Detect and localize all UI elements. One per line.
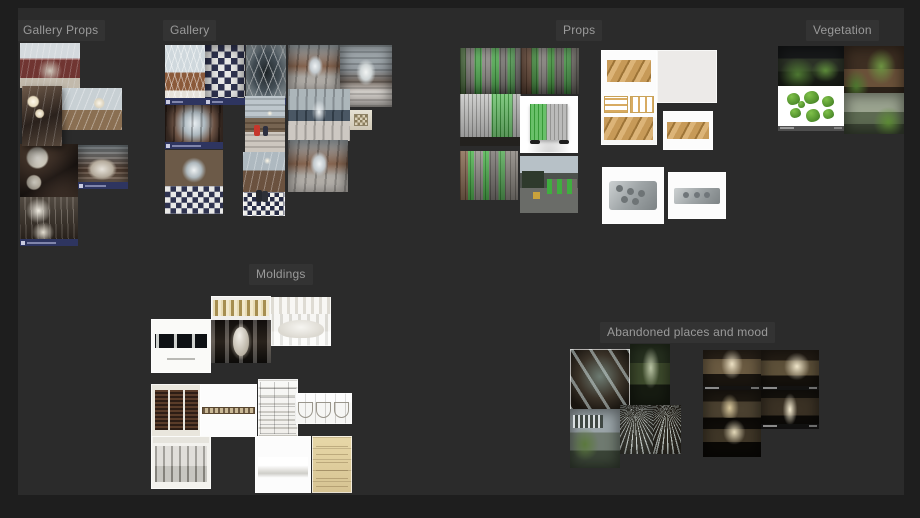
image-site-hoarding-street-b[interactable] <box>520 156 578 213</box>
image-arcade-passage-wide[interactable] <box>288 45 340 91</box>
image-arcade-carved-detail[interactable] <box>78 145 128 189</box>
image-caption-bar <box>778 126 844 131</box>
image-overgrown-interior[interactable] <box>778 46 844 87</box>
image-arcade-mosaic-floor[interactable] <box>205 45 245 105</box>
image-molding-acanthus-grey[interactable] <box>151 436 211 489</box>
image-caption-bar <box>78 182 128 189</box>
image-ruin-fan-structure-2[interactable] <box>653 405 681 454</box>
image-site-hoarding-indoor-b[interactable] <box>521 48 579 94</box>
image-caption-bar <box>20 239 78 246</box>
image-molding-egg-dart-dark[interactable] <box>211 320 271 363</box>
image-ruin-green-hall[interactable] <box>630 344 670 407</box>
reference-board-app: Gallery Props Gallery Props Vegetation M… <box>0 0 920 518</box>
image-molding-strip-white[interactable] <box>200 384 257 437</box>
image-concrete-block-large[interactable] <box>602 167 664 224</box>
image-concept-ruin-b[interactable] <box>761 350 819 391</box>
image-ruin-pipework[interactable] <box>570 349 630 410</box>
image-arcade-vaulted-hall[interactable] <box>165 105 223 149</box>
image-arcade-people-red[interactable] <box>245 96 285 154</box>
group-label-moldings[interactable]: Moldings <box>249 264 313 285</box>
image-site-hoarding-studio[interactable] <box>520 96 578 153</box>
image-molding-shutter-panels[interactable] <box>151 384 202 437</box>
image-site-hoarding-indoor-a[interactable] <box>460 48 521 94</box>
image-concept-ruin-a[interactable] <box>703 350 761 391</box>
image-molding-price-list[interactable] <box>312 436 352 493</box>
image-molding-book-bw[interactable] <box>151 319 211 373</box>
group-label-gallery[interactable]: Gallery <box>163 20 217 41</box>
image-molding-drapery-swag[interactable] <box>295 393 352 424</box>
image-site-hoarding-grey[interactable] <box>460 94 521 146</box>
image-arcade-shopfronts[interactable] <box>288 89 350 141</box>
group-label-vegetation[interactable]: Vegetation <box>806 20 879 41</box>
image-concrete-block-small[interactable] <box>668 172 726 219</box>
group-label-props[interactable]: Props <box>556 20 603 41</box>
image-molding-catalog-grid[interactable] <box>258 379 298 437</box>
image-pallet-small-render[interactable] <box>663 111 713 150</box>
image-arcade-tile-sample[interactable] <box>350 110 372 130</box>
image-pallet-euro-render[interactable] <box>601 50 657 93</box>
image-pallet-photo-weathered[interactable] <box>657 50 717 103</box>
group-label-abandoned[interactable]: Abandoned places and mood <box>600 322 776 343</box>
image-molding-plaster-gold[interactable] <box>211 296 271 321</box>
image-arcade-checker-floor[interactable] <box>243 152 285 216</box>
board-canvas[interactable]: Gallery Props Gallery Props Vegetation M… <box>18 8 904 495</box>
image-caption-bar <box>205 98 245 105</box>
image-overgrown-green-room[interactable] <box>844 93 904 134</box>
group-label-gallery-props[interactable]: Gallery Props <box>18 20 106 41</box>
image-ruin-overgrown-blue[interactable] <box>570 409 620 468</box>
image-arcade-glass-roof-lamp[interactable] <box>62 88 122 130</box>
image-arcade-interior-shops[interactable] <box>165 45 205 105</box>
image-caption-bar <box>761 424 819 429</box>
image-ruin-fan-structure[interactable] <box>620 405 653 454</box>
image-concept-ruin-e[interactable] <box>703 418 761 457</box>
image-concept-ruin-d[interactable] <box>761 390 819 429</box>
image-arcade-facade-ornate[interactable] <box>20 43 80 88</box>
image-leaf-cutouts-sheet[interactable] <box>778 86 844 131</box>
image-caption-bar <box>165 142 223 149</box>
image-molding-relief-leaf[interactable] <box>271 297 331 346</box>
image-arcade-dome-detail[interactable] <box>20 197 78 246</box>
image-site-hoarding-street-a[interactable] <box>460 151 518 200</box>
image-arcade-lamp-bracket[interactable] <box>22 86 62 146</box>
image-molding-cornice-profile[interactable] <box>255 436 311 493</box>
image-arcade-wood-corridor[interactable] <box>288 140 348 192</box>
image-pallet-blueprint-specs[interactable] <box>601 92 657 145</box>
image-arcade-empty-corridor[interactable] <box>165 150 223 214</box>
image-caption-bar <box>165 98 205 105</box>
